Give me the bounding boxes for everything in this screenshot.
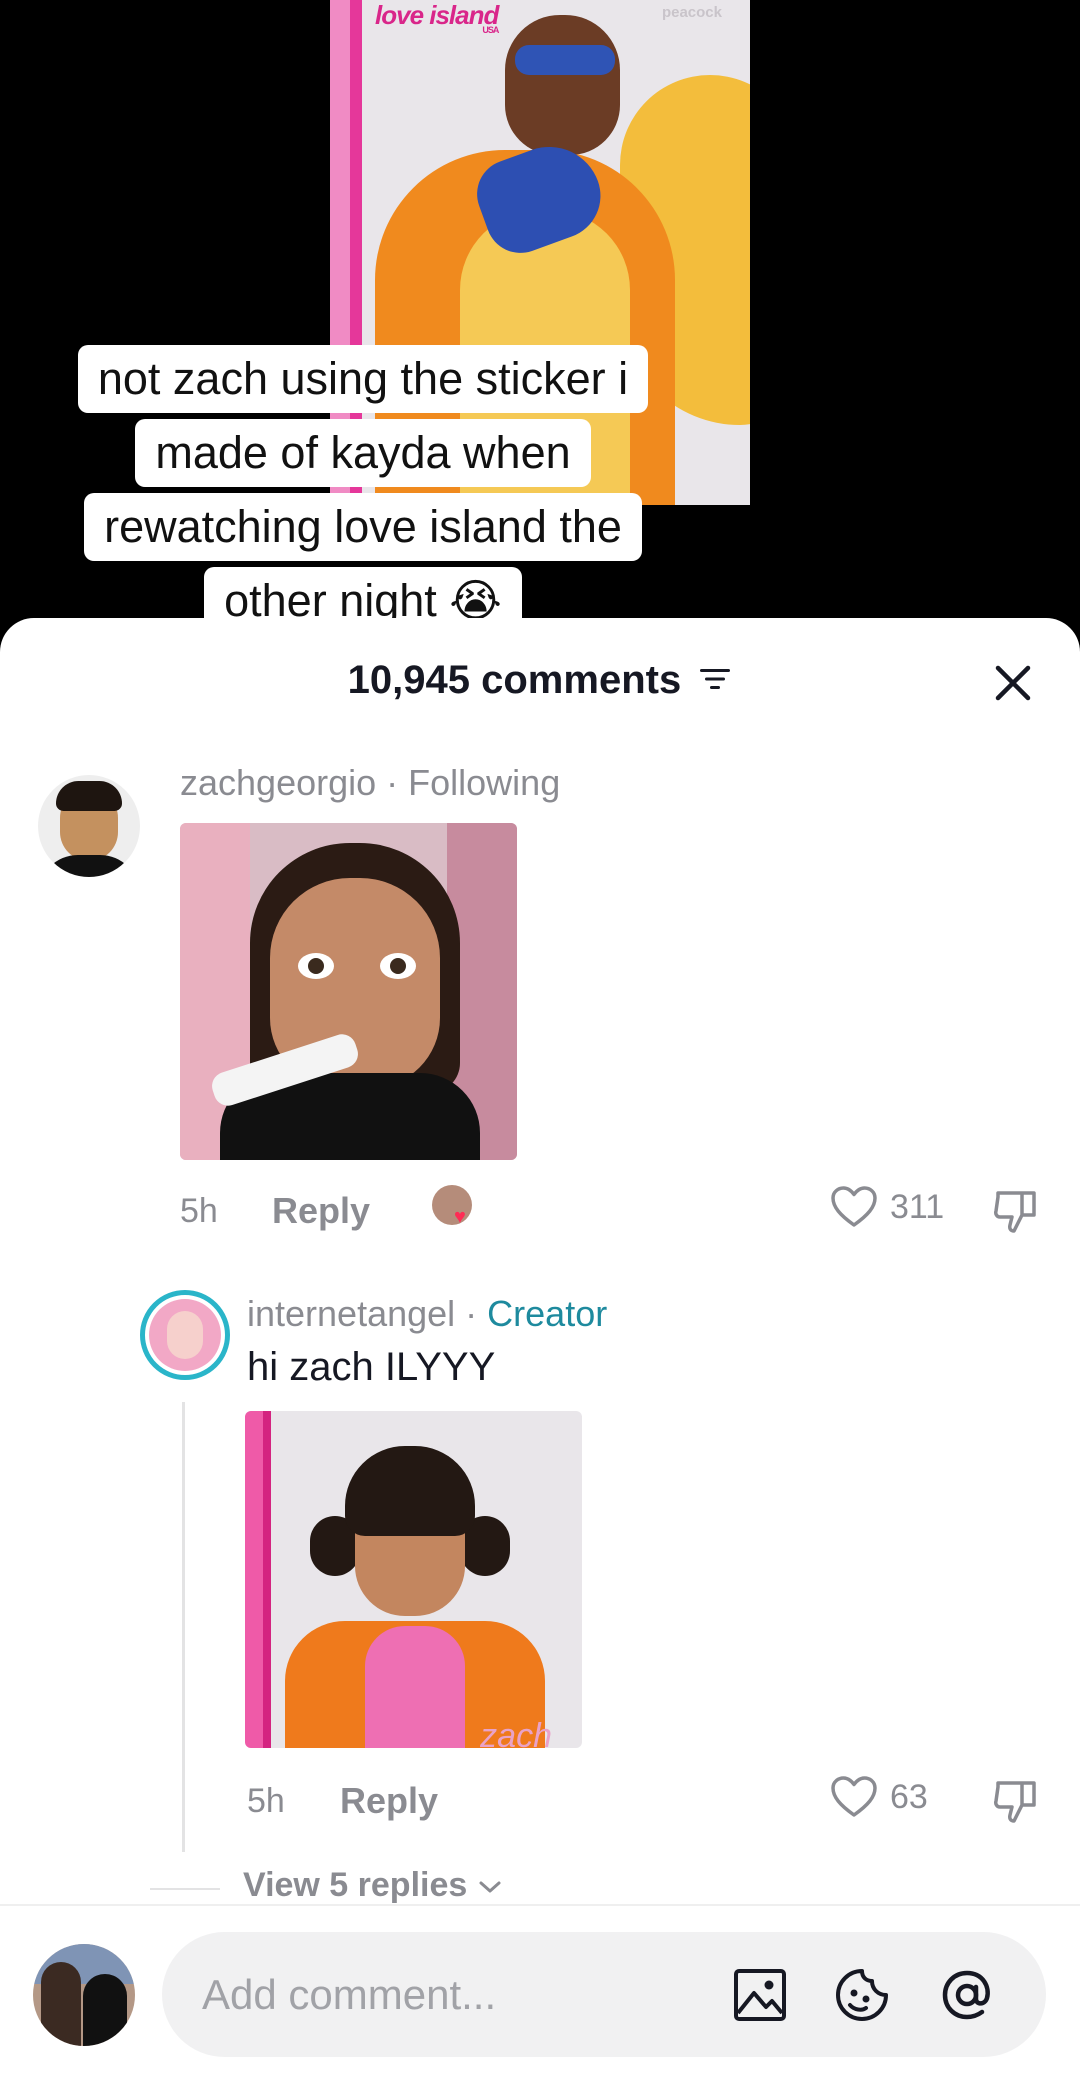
divider [150,1888,220,1890]
creator-tag: Creator [487,1293,608,1334]
emoji-sticker-icon[interactable] [832,1965,892,2025]
video-caption: not zach using the sticker i made of kay… [0,345,726,640]
chevron-down-icon [479,1881,501,1893]
like-button[interactable]: 63 [830,1775,928,1819]
comment-timestamp: 5h [247,1782,285,1820]
heart-outline-icon[interactable] [830,1775,878,1819]
sticker-watermark: zach [480,1717,552,1748]
creator-liked-avatar: ♥ [432,1185,472,1225]
reply-button[interactable]: Reply [272,1190,370,1232]
comment-username[interactable]: internetangel · Creator [247,1293,607,1335]
caption-line: not zach using the sticker i [77,345,649,413]
caption-line: made of kayda when [135,419,591,487]
like-button[interactable]: 311 [830,1185,944,1229]
view-replies-button[interactable]: View 5 replies [243,1866,503,1905]
comment-username[interactable]: zachgeorgio · Following [180,762,560,804]
like-count: 63 [890,1777,928,1816]
comment-sticker-image[interactable]: zach [245,1411,582,1748]
video-player[interactable]: love island USA peacock not zach using th… [0,0,1080,640]
heart-outline-icon[interactable] [830,1185,878,1229]
avatar[interactable] [38,775,140,877]
filter-icon[interactable] [698,666,732,692]
comment-sticker-image[interactable] [180,823,517,1160]
following-tag: Following [408,762,561,803]
image-icon[interactable] [730,1965,790,2025]
comment-count-title[interactable]: 10,945 comments [0,658,1080,703]
avatar[interactable] [140,1290,230,1380]
comment-input[interactable] [202,1932,722,2057]
mention-icon[interactable] [937,1965,997,2025]
close-icon[interactable] [986,656,1040,710]
comment-input-container[interactable] [162,1932,1046,2057]
poster-logo: love island USA [375,0,499,35]
comments-header: 10,945 comments [0,618,1080,746]
comment-text: hi zach ILYYY [247,1345,496,1389]
current-user-avatar[interactable] [33,1944,135,2046]
thread-line [182,1402,185,1852]
dislike-icon[interactable] [992,1777,1040,1825]
heart-icon: ♥ [454,1206,466,1225]
comment-timestamp: 5h [180,1192,218,1230]
dislike-icon[interactable] [992,1187,1040,1235]
caption-line: rewatching love island the [84,493,642,561]
comment-input-bar [0,1904,1080,2080]
poster-brand: peacock [661,4,722,21]
reply-button[interactable]: Reply [340,1780,438,1822]
like-count: 311 [890,1187,945,1226]
